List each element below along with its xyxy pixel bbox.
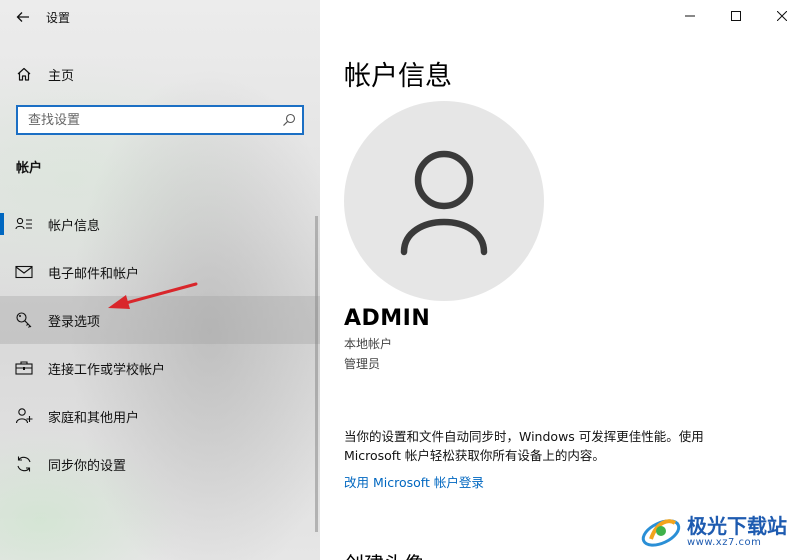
ms-account-login-link[interactable]: 改用 Microsoft 帐户登录 (344, 472, 484, 491)
minimize-button[interactable] (667, 0, 713, 32)
app-title: 设置 (46, 10, 71, 25)
account-type: 本地帐户 (344, 337, 393, 351)
sidebar-item-account-info[interactable]: 帐户信息 (0, 200, 320, 248)
sync-description: 当你的设置和文件自动同步时，Windows 可发挥更佳性能。使用 Microso… (344, 429, 704, 463)
person-add-icon (0, 407, 48, 425)
key-icon (0, 311, 48, 329)
sidebar-home[interactable]: 主页 (0, 60, 320, 88)
sync-icon (0, 455, 48, 473)
search-icon (283, 113, 296, 126)
account-role: 管理员 (344, 357, 381, 371)
window-controls (667, 0, 805, 32)
mail-icon (0, 265, 48, 279)
sidebar-item-work-school[interactable]: 连接工作或学校帐户 (0, 344, 320, 392)
account-info-icon (0, 216, 48, 232)
watermark-url: www.xz7.com (687, 536, 762, 548)
sidebar-item-family[interactable]: 家庭和其他用户 (0, 392, 320, 440)
maximize-icon (731, 11, 741, 21)
watermark: 极光下载站 www.xz7.com (639, 506, 799, 556)
page-title: 帐户信息 (344, 61, 452, 92)
sidebar-nav: 帐户信息 电子邮件和帐户 登录选项 连接工作或学校帐户 家庭和其他用户 同步你的… (0, 200, 320, 488)
minimize-icon (685, 15, 695, 17)
title-bar: 设置 (0, 0, 320, 34)
section-title-accounts: 帐户 (16, 161, 43, 176)
sidebar-item-label: 家庭和其他用户 (48, 410, 140, 426)
home-label: 主页 (48, 68, 75, 84)
sidebar-item-label: 登录选项 (48, 314, 101, 330)
back-arrow-icon (16, 12, 29, 22)
watermark-text: 极光下载站 (687, 513, 787, 538)
back-button[interactable] (0, 0, 46, 34)
watermark-logo-icon (641, 519, 681, 547)
maximize-button[interactable] (713, 0, 759, 32)
user-name: ADMIN (344, 306, 431, 331)
close-button[interactable] (759, 0, 805, 32)
user-silhouette-icon (400, 150, 488, 256)
avatar (344, 101, 544, 301)
main-content: 帐户信息 ADMIN 本地帐户 管理员 当你的设置和文件自动同步时，Window… (320, 0, 805, 560)
sidebar-item-sync[interactable]: 同步你的设置 (0, 440, 320, 488)
sidebar-item-label: 同步你的设置 (48, 458, 127, 474)
sidebar-item-label: 帐户信息 (48, 218, 101, 234)
sidebar: 设置 主页 帐户 帐户信息 (0, 0, 320, 560)
home-icon (0, 66, 48, 82)
annotation-arrow-icon (108, 282, 198, 309)
create-avatar-heading: 创建头像 (344, 548, 424, 560)
sidebar-item-label: 连接工作或学校帐户 (48, 362, 166, 378)
search-box[interactable] (16, 105, 304, 135)
sidebar-scrollbar[interactable] (315, 216, 318, 532)
search-input[interactable] (28, 112, 282, 128)
briefcase-icon (0, 360, 48, 376)
close-icon (777, 11, 787, 21)
